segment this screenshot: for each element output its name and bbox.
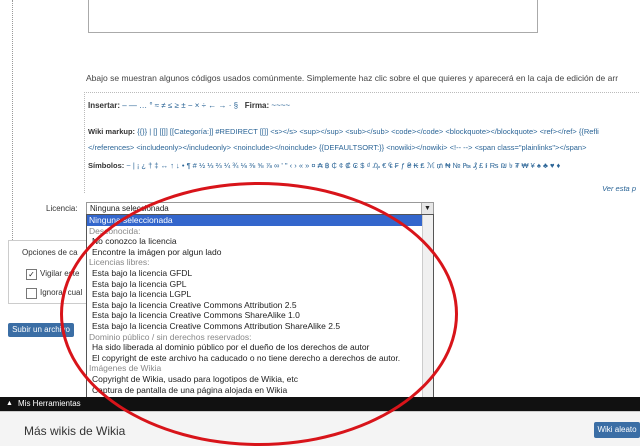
- caret-up-icon[interactable]: ▲: [6, 397, 13, 411]
- symbols-row[interactable]: ~ | ¡ ¿ † ‡ ↔ ↑ ↓ • ¶ # ½ ⅓ ⅔ ¼ ¾ ⅛ ⅜ ⅝ …: [126, 161, 560, 170]
- dropdown-option[interactable]: Ha sido liberada al dominio público por …: [87, 342, 433, 353]
- signature-label: Firma:: [244, 101, 270, 110]
- dropdown-option[interactable]: Esta bajo la licencia Creative Commons A…: [87, 300, 433, 311]
- dropdown-group-label: Desconocida:: [89, 225, 141, 236]
- more-wikis-heading: Más wikis de Wikia: [24, 424, 126, 438]
- more-link[interactable]: Ver esta p: [602, 184, 636, 193]
- footer-bar: Más wikis de Wikia Wiki aleato: [0, 411, 640, 446]
- dropdown-option[interactable]: Esta bajo la licencia LGPL: [87, 289, 433, 300]
- symbols-label: Símbolos:: [88, 161, 125, 170]
- my-tools-menu[interactable]: Mis Herramientas: [18, 397, 81, 411]
- dropdown-option[interactable]: No conozco la licencia: [87, 236, 433, 247]
- options-legend: Opciones de ca: [20, 248, 80, 257]
- signature-chars[interactable]: ~~~~: [271, 101, 290, 110]
- wiki-markup-label: Wiki markup:: [88, 127, 136, 136]
- dropdown-option[interactable]: Ninguna seleccionada: [87, 215, 433, 226]
- markup-row-2[interactable]: </references> <includeonly></includeonly…: [88, 143, 587, 152]
- dropdown-option[interactable]: Encontre la imágen por algun lado: [87, 247, 433, 258]
- dropdown-option[interactable]: Esta bajo la licencia GPL: [87, 279, 433, 290]
- edit-textarea[interactable]: [88, 0, 538, 33]
- dropdown-option[interactable]: Copyright de Wikia, usado para logotipos…: [87, 374, 433, 385]
- license-label: Licencia:: [46, 204, 78, 213]
- watch-label: Vigilar este: [40, 269, 80, 278]
- random-wiki-button[interactable]: Wiki aleato: [594, 422, 640, 438]
- dropdown-group-label: Dominio público / sin derechos reservado…: [89, 331, 252, 342]
- dropdown-option[interactable]: El copyright de este archivo ha caducado…: [87, 353, 433, 364]
- ignore-checkbox[interactable]: [26, 288, 37, 299]
- dropdown-option[interactable]: Captura de pantalla de una página alojad…: [87, 385, 433, 396]
- bottom-toolbar: ▲ Mis Herramientas: [0, 397, 640, 411]
- page-left-border: [12, 0, 13, 240]
- ignore-label: Ignorar cual: [40, 288, 83, 297]
- edittools-intro: Abajo se muestran algunos códigos usados…: [86, 73, 619, 83]
- watch-checkbox[interactable]: ✓: [26, 269, 37, 280]
- markup-row-1[interactable]: {{}} | [] [[]] [[Categoría:]] #REDIRECT …: [137, 127, 599, 136]
- dropdown-option[interactable]: Esta bajo la licencia Creative Commons S…: [87, 310, 433, 321]
- dropdown-group-label: Licencias libres:: [89, 257, 150, 268]
- dropdown-group-label: Imágenes de Wikia: [89, 363, 162, 374]
- insert-label: Insertar:: [88, 101, 121, 110]
- insert-chars[interactable]: – — … ° ≈ ≠ ≤ ≥ ± − × ÷ ← → · §: [122, 101, 238, 110]
- dropdown-option[interactable]: Esta bajo la licencia GFDL: [87, 268, 433, 279]
- edittools-panel: Insertar: – — … ° ≈ ≠ ≤ ≥ ± − × ÷ ← → · …: [84, 92, 640, 193]
- upload-button[interactable]: Subir un archivo: [8, 323, 74, 337]
- dropdown-option[interactable]: Esta bajo la licencia Creative Commons A…: [87, 321, 433, 332]
